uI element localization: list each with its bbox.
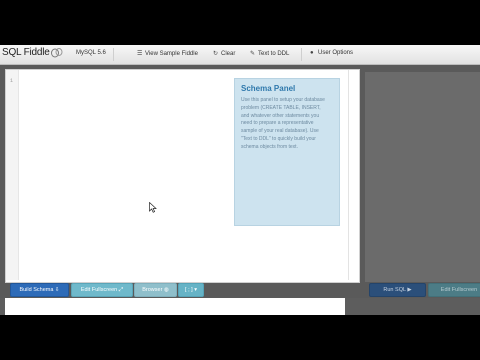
play-icon: ▶ xyxy=(407,287,412,293)
browser-label: Browser xyxy=(142,287,163,293)
top-navbar: SQL Fiddle MySQL 5.6 ☰ View Sample Fiddle… xyxy=(0,45,480,65)
globe-icon: ◍ xyxy=(163,287,169,293)
refresh-icon: ↻ xyxy=(213,51,219,57)
run-sql-button[interactable]: Run SQL ▶ xyxy=(369,283,426,297)
browser-button[interactable]: Browser ◍ xyxy=(134,283,177,297)
edit-fullscreen-right-label: Edit Fullscreen xyxy=(440,287,478,293)
edit-fullscreen-right-button[interactable]: Edit Fullscreen xyxy=(428,283,480,297)
expand-icon: ⤢ xyxy=(118,287,124,293)
wrench-icon: ✎ xyxy=(250,51,256,57)
user-icon: ● xyxy=(310,50,314,56)
view-sample-fiddle-label: View Sample Fiddle xyxy=(145,51,198,57)
clear-label: Clear xyxy=(221,51,236,57)
app-window: SQL Fiddle MySQL 5.6 ☰ View Sample Fiddle… xyxy=(0,45,480,315)
line-number-gutter: 1 xyxy=(6,70,19,280)
schema-panel-text: Use this panel to setup your database pr… xyxy=(241,97,325,150)
editor-divider xyxy=(348,70,349,280)
clear-button[interactable]: ↻ Clear xyxy=(213,50,235,57)
results-area xyxy=(0,298,480,315)
brand-db-icon xyxy=(51,48,63,58)
schema-panel-hint: Schema Panel Use this panel to setup you… xyxy=(234,78,340,226)
upload-icon: ⇩ xyxy=(54,287,60,293)
chevron-down-icon: ▾ xyxy=(194,287,197,293)
line-number: 1 xyxy=(10,78,14,84)
results-strip xyxy=(5,298,345,315)
user-options-label: User Options xyxy=(318,50,354,56)
edit-fullscreen-button[interactable]: Edit Fullscreen ⤢ xyxy=(71,283,133,297)
nav-divider xyxy=(301,48,302,61)
mouse-cursor-icon xyxy=(149,202,157,213)
brand-logo-text[interactable]: SQL Fiddle xyxy=(2,47,50,58)
delimiter-dropdown[interactable]: [ ; ] ▾ xyxy=(178,283,204,297)
text-to-ddl-label: Text to DDL xyxy=(258,51,290,57)
schema-editor[interactable]: 1 Schema Panel Use this panel to setup y… xyxy=(5,69,360,283)
schema-panel-title: Schema Panel xyxy=(241,84,296,93)
build-schema-label: Build Schema xyxy=(19,287,54,293)
delimiter-label: [ ; ] xyxy=(185,287,193,293)
text-to-ddl-button[interactable]: ✎ Text to DDL xyxy=(250,50,289,57)
user-options-button[interactable]: ● User Options xyxy=(310,50,353,56)
db-version-select[interactable]: MySQL 5.6 xyxy=(76,50,106,56)
nav-divider xyxy=(113,48,114,61)
query-panel[interactable] xyxy=(365,72,480,282)
build-schema-button[interactable]: Build Schema ⇩ xyxy=(10,283,69,297)
edit-fullscreen-label: Edit Fullscreen xyxy=(80,287,118,293)
list-icon: ☰ xyxy=(137,51,143,57)
run-sql-label: Run SQL xyxy=(383,287,406,293)
view-sample-fiddle-button[interactable]: ☰ View Sample Fiddle xyxy=(137,50,198,57)
